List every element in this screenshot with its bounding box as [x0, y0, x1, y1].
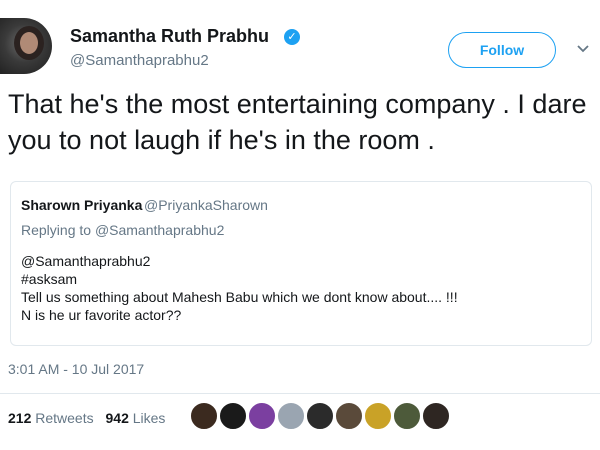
follow-button[interactable]: Follow	[448, 32, 556, 68]
quoted-line: N is he ur favorite actor??	[21, 307, 182, 323]
author-avatar[interactable]	[0, 18, 52, 74]
likes-stat[interactable]: 942 Likes	[106, 410, 166, 426]
quoted-author-name[interactable]: Sharown Priyanka	[21, 197, 142, 213]
liker-avatar[interactable]	[422, 402, 450, 430]
liker-avatar[interactable]	[335, 402, 363, 430]
avatar-face	[20, 32, 38, 54]
tweet-text: That he's the most entertaining company …	[8, 89, 587, 155]
retweets-label: Retweets	[35, 410, 94, 426]
quoted-line: Tell us something about Mahesh Babu whic…	[21, 289, 458, 305]
liker-avatar[interactable]	[190, 402, 218, 430]
tweet-stats: 212 Retweets 942 Likes	[8, 410, 165, 426]
quoted-line: @Samanthaprabhu2	[21, 253, 151, 269]
divider	[0, 393, 600, 394]
liker-avatar[interactable]	[277, 402, 305, 430]
liker-avatar[interactable]	[306, 402, 334, 430]
replying-to-label: Replying to	[21, 222, 92, 238]
liker-avatar[interactable]	[219, 402, 247, 430]
quoted-author-handle[interactable]: @PriyankaSharown	[144, 197, 268, 213]
verified-badge-icon: ✓	[284, 29, 300, 45]
quoted-tweet-body: @Samanthaprabhu2 #asksam Tell us somethi…	[21, 252, 458, 324]
author-name[interactable]: Samantha Ruth Prabhu	[70, 26, 269, 47]
likes-label: Likes	[132, 410, 166, 426]
chevron-down-icon[interactable]	[576, 42, 590, 56]
retweets-count: 212	[8, 410, 32, 426]
retweets-stat[interactable]: 212 Retweets	[8, 410, 94, 426]
liker-avatar[interactable]	[364, 402, 392, 430]
tweet-timestamp[interactable]: 3:01 AM - 10 Jul 2017	[8, 361, 144, 377]
replying-to: Replying to @Samanthaprabhu2	[21, 222, 224, 238]
author-handle[interactable]: @Samanthaprabhu2	[70, 52, 209, 69]
replying-to-handle[interactable]: @Samanthaprabhu2	[95, 222, 224, 238]
quoted-line: #asksam	[21, 271, 78, 287]
liker-avatar[interactable]	[393, 402, 421, 430]
liker-avatar[interactable]	[248, 402, 276, 430]
likes-count: 942	[105, 410, 129, 426]
quoted-tweet[interactable]: Sharown Priyanka @PriyankaSharown Replyi…	[10, 181, 592, 346]
